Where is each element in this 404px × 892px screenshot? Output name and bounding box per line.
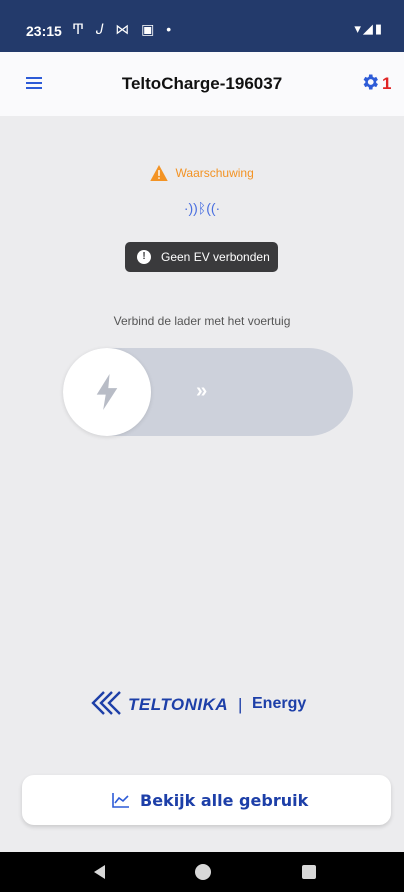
back-icon[interactable] — [94, 865, 105, 879]
teltonika-energy-logo: TELTONIKA | Energy — [90, 690, 330, 720]
swipe-arrows-icon: ›› — [196, 380, 207, 402]
status-bar: 23:15 Ͳ 𝐽 ⋈ ▣ • ▾◢▮ — [0, 0, 404, 52]
gear-icon — [363, 74, 378, 90]
page-title: TeltoCharge-196037 — [121, 74, 283, 93]
logo-product: Energy — [252, 695, 307, 712]
warning-label: Waarschuwing — [175, 166, 254, 180]
warning-status: Waarschuwing — [0, 165, 404, 181]
no-ev-toast: ! Geen EV verbonden — [125, 242, 278, 272]
signal-battery-icons: ▾◢▮ — [354, 21, 384, 36]
status-time: 23:15 — [26, 23, 62, 39]
toast-text: Geen EV verbonden — [161, 250, 270, 264]
notification-icons: Ͳ 𝐽 ⋈ ▣ • — [72, 21, 176, 37]
app-bar: TeltoCharge-196037 1 — [0, 52, 404, 116]
start-charge-slider-handle[interactable] — [63, 348, 151, 436]
warning-icon — [150, 165, 168, 181]
view-all-usage-button[interactable]: Bekijk alle gebruik — [22, 775, 391, 825]
lightning-bolt-icon — [96, 374, 118, 410]
info-icon: ! — [137, 250, 151, 264]
settings-button[interactable]: 1 — [360, 70, 394, 98]
logo-brand: TELTONIKA — [128, 695, 229, 714]
teltonika-logo-icon — [91, 691, 121, 715]
connect-hint: Verbind de lader met het voertuig — [113, 314, 291, 328]
recents-icon[interactable] — [302, 865, 316, 879]
bluetooth-icon: ·))ᛒ((· — [183, 200, 221, 216]
system-nav-bar — [0, 852, 404, 892]
home-icon[interactable] — [195, 864, 211, 880]
line-chart-icon — [112, 793, 129, 808]
view-all-usage-label: Bekijk alle gebruik — [140, 791, 309, 810]
settings-badge: 1 — [382, 74, 392, 93]
logo-separator: | — [238, 695, 243, 714]
